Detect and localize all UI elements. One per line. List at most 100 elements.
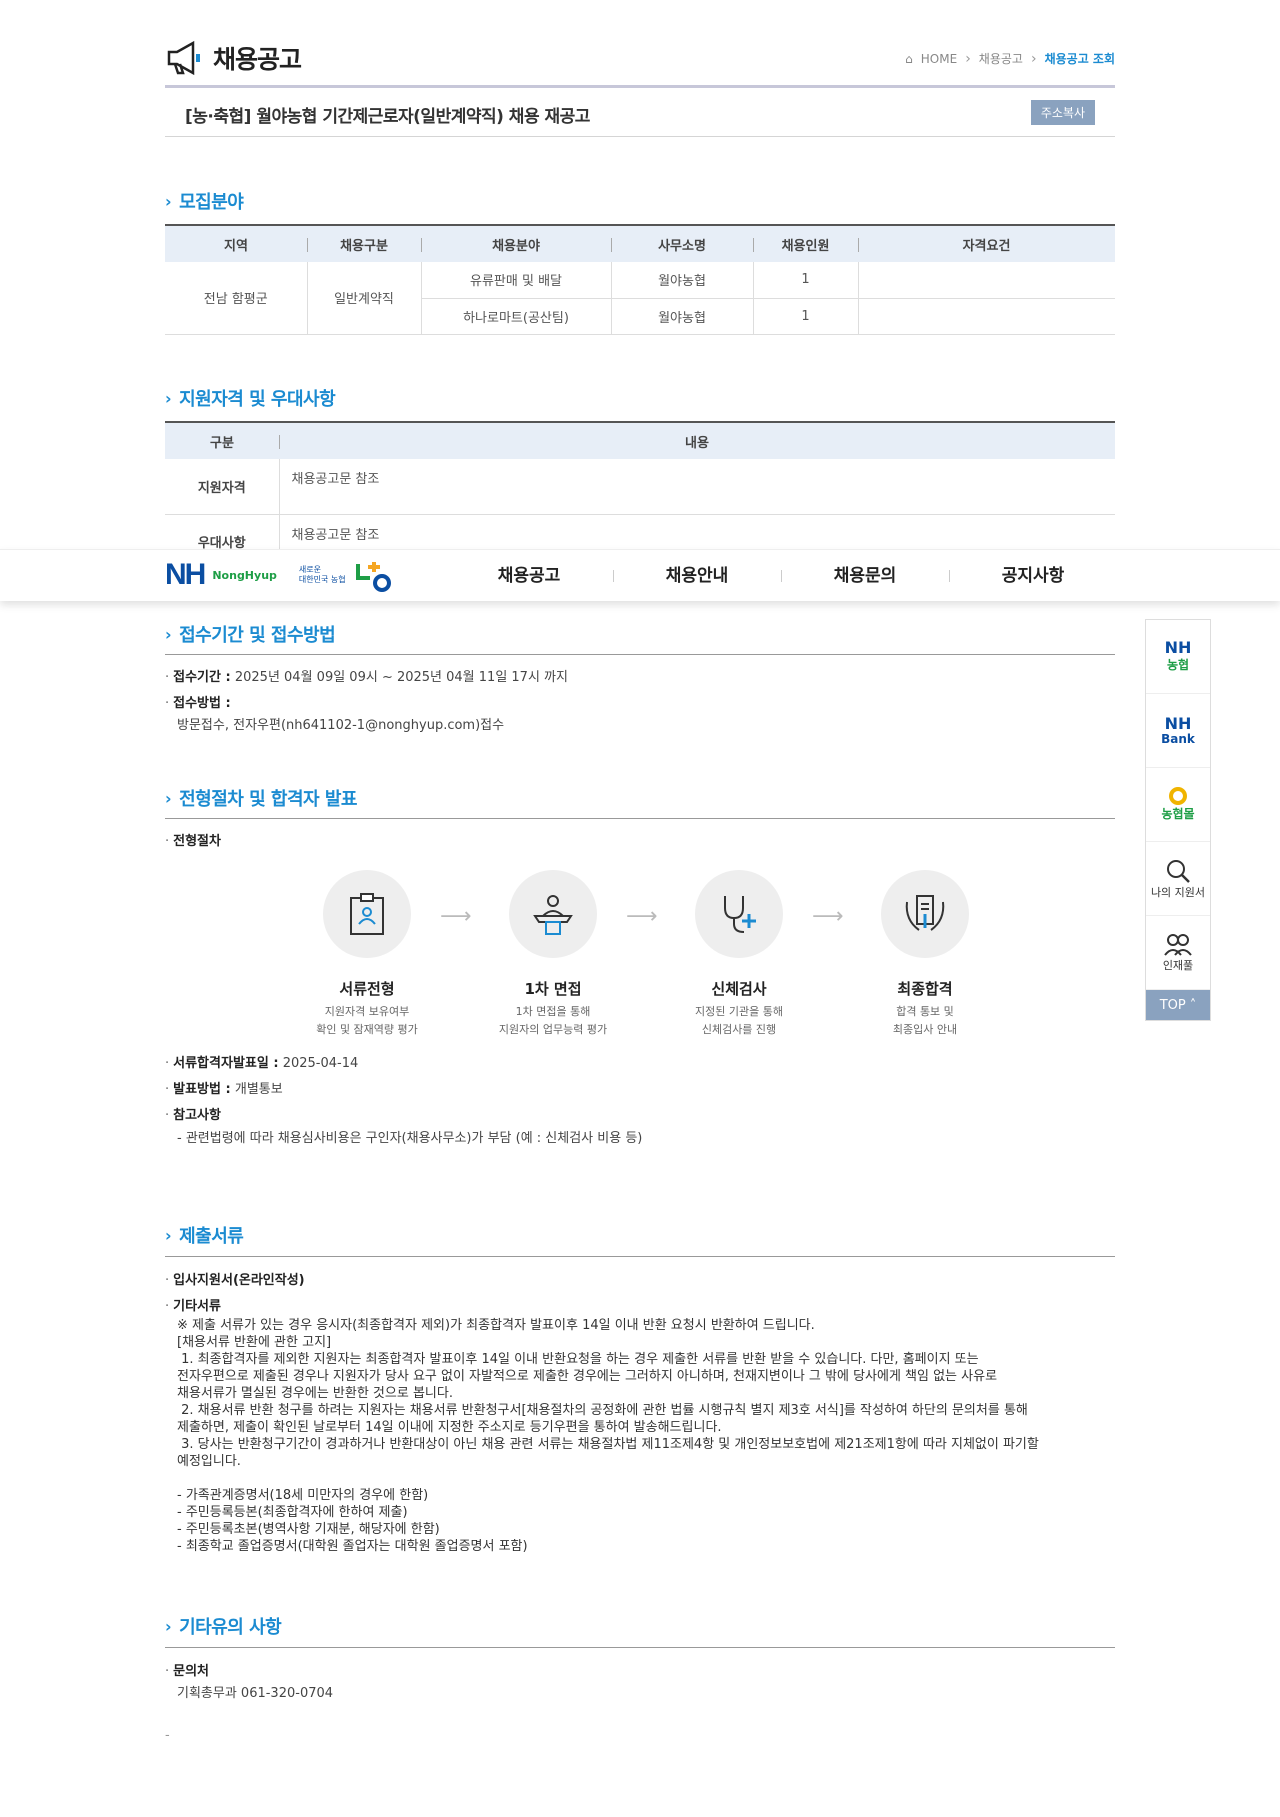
table-cell-count: 1	[753, 262, 859, 299]
menu-item-inquiry[interactable]: 채용문의	[781, 550, 949, 602]
quick-link-nhmall[interactable]: 농협몰	[1146, 768, 1210, 842]
clipboard-icon	[323, 870, 411, 958]
table-header: 채용분야	[421, 225, 611, 262]
chevron-right-icon: ›	[165, 388, 172, 408]
section-title-process: › 전형절차 및 합격자 발표	[165, 785, 357, 811]
chevron-right-icon: ›	[165, 788, 172, 808]
arrow-right-icon: ⟶	[626, 904, 658, 929]
quick-nhmall-text: 농협몰	[1161, 807, 1195, 821]
slogan-text: 새로운 대한민국 농협	[299, 565, 346, 585]
note: · 참고사항	[165, 1108, 221, 1123]
nh-logo[interactable]: NH NongHyup 새로운 대한민국 농협	[165, 558, 394, 592]
menu-item-notice[interactable]: 공지사항	[949, 550, 1117, 602]
apply-method-value: 방문접수, 전자우편(nh641102-1@nonghyup.com)접수	[177, 718, 505, 733]
step-medical: 신체검사 지정된 기관을 통해신체검사를 진행	[659, 870, 819, 1039]
table-cell-req	[858, 298, 1115, 335]
step-desc-line: 합격 통보 및	[896, 1005, 954, 1018]
magnifier-icon	[1167, 859, 1190, 883]
step-desc-line: 확인 및 잠재역량 평가	[316, 1023, 418, 1036]
chevron-right-icon: ›	[1030, 50, 1037, 67]
section-title-docs: › 제출서류	[165, 1222, 244, 1248]
people-icon	[1164, 933, 1192, 956]
step-desc: 지원자격 보유여부 확인 및 잠재역량 평가	[287, 1003, 447, 1039]
table-cell-req	[858, 262, 1115, 299]
page-header: 채용공고 ⌂ HOME › 채용공고 › 채용공고 조회	[165, 40, 1115, 88]
arrow-right-icon: ⟶	[440, 904, 472, 929]
table-header: 채용구분	[307, 225, 421, 262]
quick-link-nonghyup[interactable]: NH 농협	[1146, 620, 1210, 694]
podium-icon	[509, 870, 597, 958]
breadcrumb-home[interactable]: HOME	[921, 52, 957, 66]
process-label-text: 전형절차	[173, 834, 221, 849]
docs-item-application-text: 입사지원서(온라인작성)	[173, 1273, 305, 1288]
quick-link-talent-pool[interactable]: 인재풀	[1146, 916, 1210, 990]
note-value: - 관련법령에 따라 채용심사비용은 구인자(채용사무소)가 부담 (예 : 신…	[177, 1131, 643, 1146]
section-divider	[165, 1256, 1115, 1257]
quick-nh-mark: NH	[1164, 713, 1192, 733]
table-cell-field: 유류판매 및 배달	[421, 262, 612, 299]
docs-item-application: · 입사지원서(온라인작성)	[165, 1273, 305, 1288]
menu-item-guide[interactable]: 채용안내	[613, 550, 781, 602]
quick-nonghyup-text: 농협	[1166, 658, 1190, 672]
table-cell-label: 지원자격	[165, 459, 280, 515]
chevron-up-icon: ˄	[1189, 997, 1197, 1013]
announce-date: · 서류합격자발표일 : 2025-04-14	[165, 1056, 359, 1071]
announce-method: · 발표방법 : 개별통보	[165, 1082, 283, 1097]
quick-link-nhbank[interactable]: NH Bank	[1146, 694, 1210, 768]
qualify-table: 구분 내용 지원자격 채용공고문 참조 우대사항 채용공고문 참조	[165, 421, 1115, 570]
page-title: 채용공고	[165, 40, 302, 76]
section-title-etc: › 기타유의 사항	[165, 1613, 282, 1639]
table-cell-office: 월야농협	[611, 262, 754, 299]
table-header: 사무소명	[611, 225, 753, 262]
section-divider	[165, 654, 1115, 655]
section-title-qualify-text: 지원자격 및 우대사항	[179, 389, 336, 410]
step-document: 서류전형 지원자격 보유여부 확인 및 잠재역량 평가	[287, 870, 447, 1039]
nhmall-icon	[1169, 787, 1187, 805]
section-divider	[165, 1647, 1115, 1648]
step-final: 최종합격 합격 통보 및 최종입사 안내	[845, 870, 1005, 1039]
table-cell-content: 채용공고문 참조	[279, 459, 1115, 515]
step-name: 서류전형	[339, 980, 395, 998]
step-name: 신체검사	[711, 980, 767, 998]
apply-period: · 접수기간 : 2025년 04월 09일 09시 ~ 2025년 04월 11…	[165, 670, 568, 685]
section-title-docs-text: 제출서류	[179, 1226, 244, 1247]
chevron-right-icon: ›	[165, 624, 172, 644]
table-header-row: 구분 내용	[165, 422, 1115, 459]
slogan-line-1: 새로운	[298, 565, 321, 574]
section-title-recruit: › 모집분야	[165, 188, 244, 214]
announce-method-value: 개별통보	[234, 1082, 283, 1097]
quick-link-my-application[interactable]: 나의 지원서	[1146, 842, 1210, 916]
table-header: 구분	[165, 422, 279, 459]
table-cell-count: 1	[753, 298, 859, 335]
docs-item-other: · 기타서류	[165, 1299, 221, 1314]
breadcrumb-current[interactable]: 채용공고 조회	[1045, 50, 1115, 67]
section-divider	[165, 818, 1115, 819]
table-cell-type: 일반계약직	[307, 262, 422, 335]
table-row: 전남 함평군 일반계약직 유류판매 및 배달 월야농협 1	[165, 262, 1115, 335]
quick-my-application-text: 나의 지원서	[1150, 885, 1206, 899]
nonghyup-emblem-icon	[355, 562, 391, 592]
nh-logo-subtext: NongHyup	[212, 568, 277, 582]
step-desc: 합격 통보 및 최종입사 안내	[845, 1003, 1005, 1039]
scroll-top-text: TOP	[1159, 997, 1186, 1013]
announce-date-label: 서류합격자발표일 :	[173, 1056, 279, 1071]
table-cell-region: 전남 함평군	[165, 262, 308, 335]
table-header: 내용	[279, 422, 1115, 459]
trailing-dash: -	[165, 1728, 170, 1743]
step-desc-line: 신체검사를 진행	[701, 1023, 777, 1036]
breadcrumb: ⌂ HOME › 채용공고 › 채용공고 조회	[905, 50, 1115, 67]
step-name: 1차 면접	[524, 980, 582, 998]
home-icon[interactable]: ⌂	[905, 52, 913, 66]
contact-label: 문의처	[173, 1664, 210, 1679]
menu-item-recruit[interactable]: 채용공고	[445, 550, 613, 602]
copy-address-button[interactable]: 주소복사	[1030, 100, 1095, 125]
breadcrumb-recruit[interactable]: 채용공고	[979, 50, 1023, 67]
top-nav-bar: NH NongHyup 새로운 대한민국 농협 채용공고 채용안내 채용문의 공지…	[0, 549, 1280, 601]
step-interview: 1차 면접 1차 면접을 통해 지원자의 업무능력 평가	[473, 870, 633, 1039]
scroll-top-button[interactable]: TOP ˄	[1146, 990, 1210, 1020]
nh-logo-mark: NH	[165, 558, 206, 591]
step-desc-line: 지정된 기관을 통해	[695, 1005, 783, 1018]
stethoscope-icon	[695, 870, 783, 958]
step-name: 최종합격	[897, 980, 953, 998]
table-header: 채용인원	[753, 225, 858, 262]
